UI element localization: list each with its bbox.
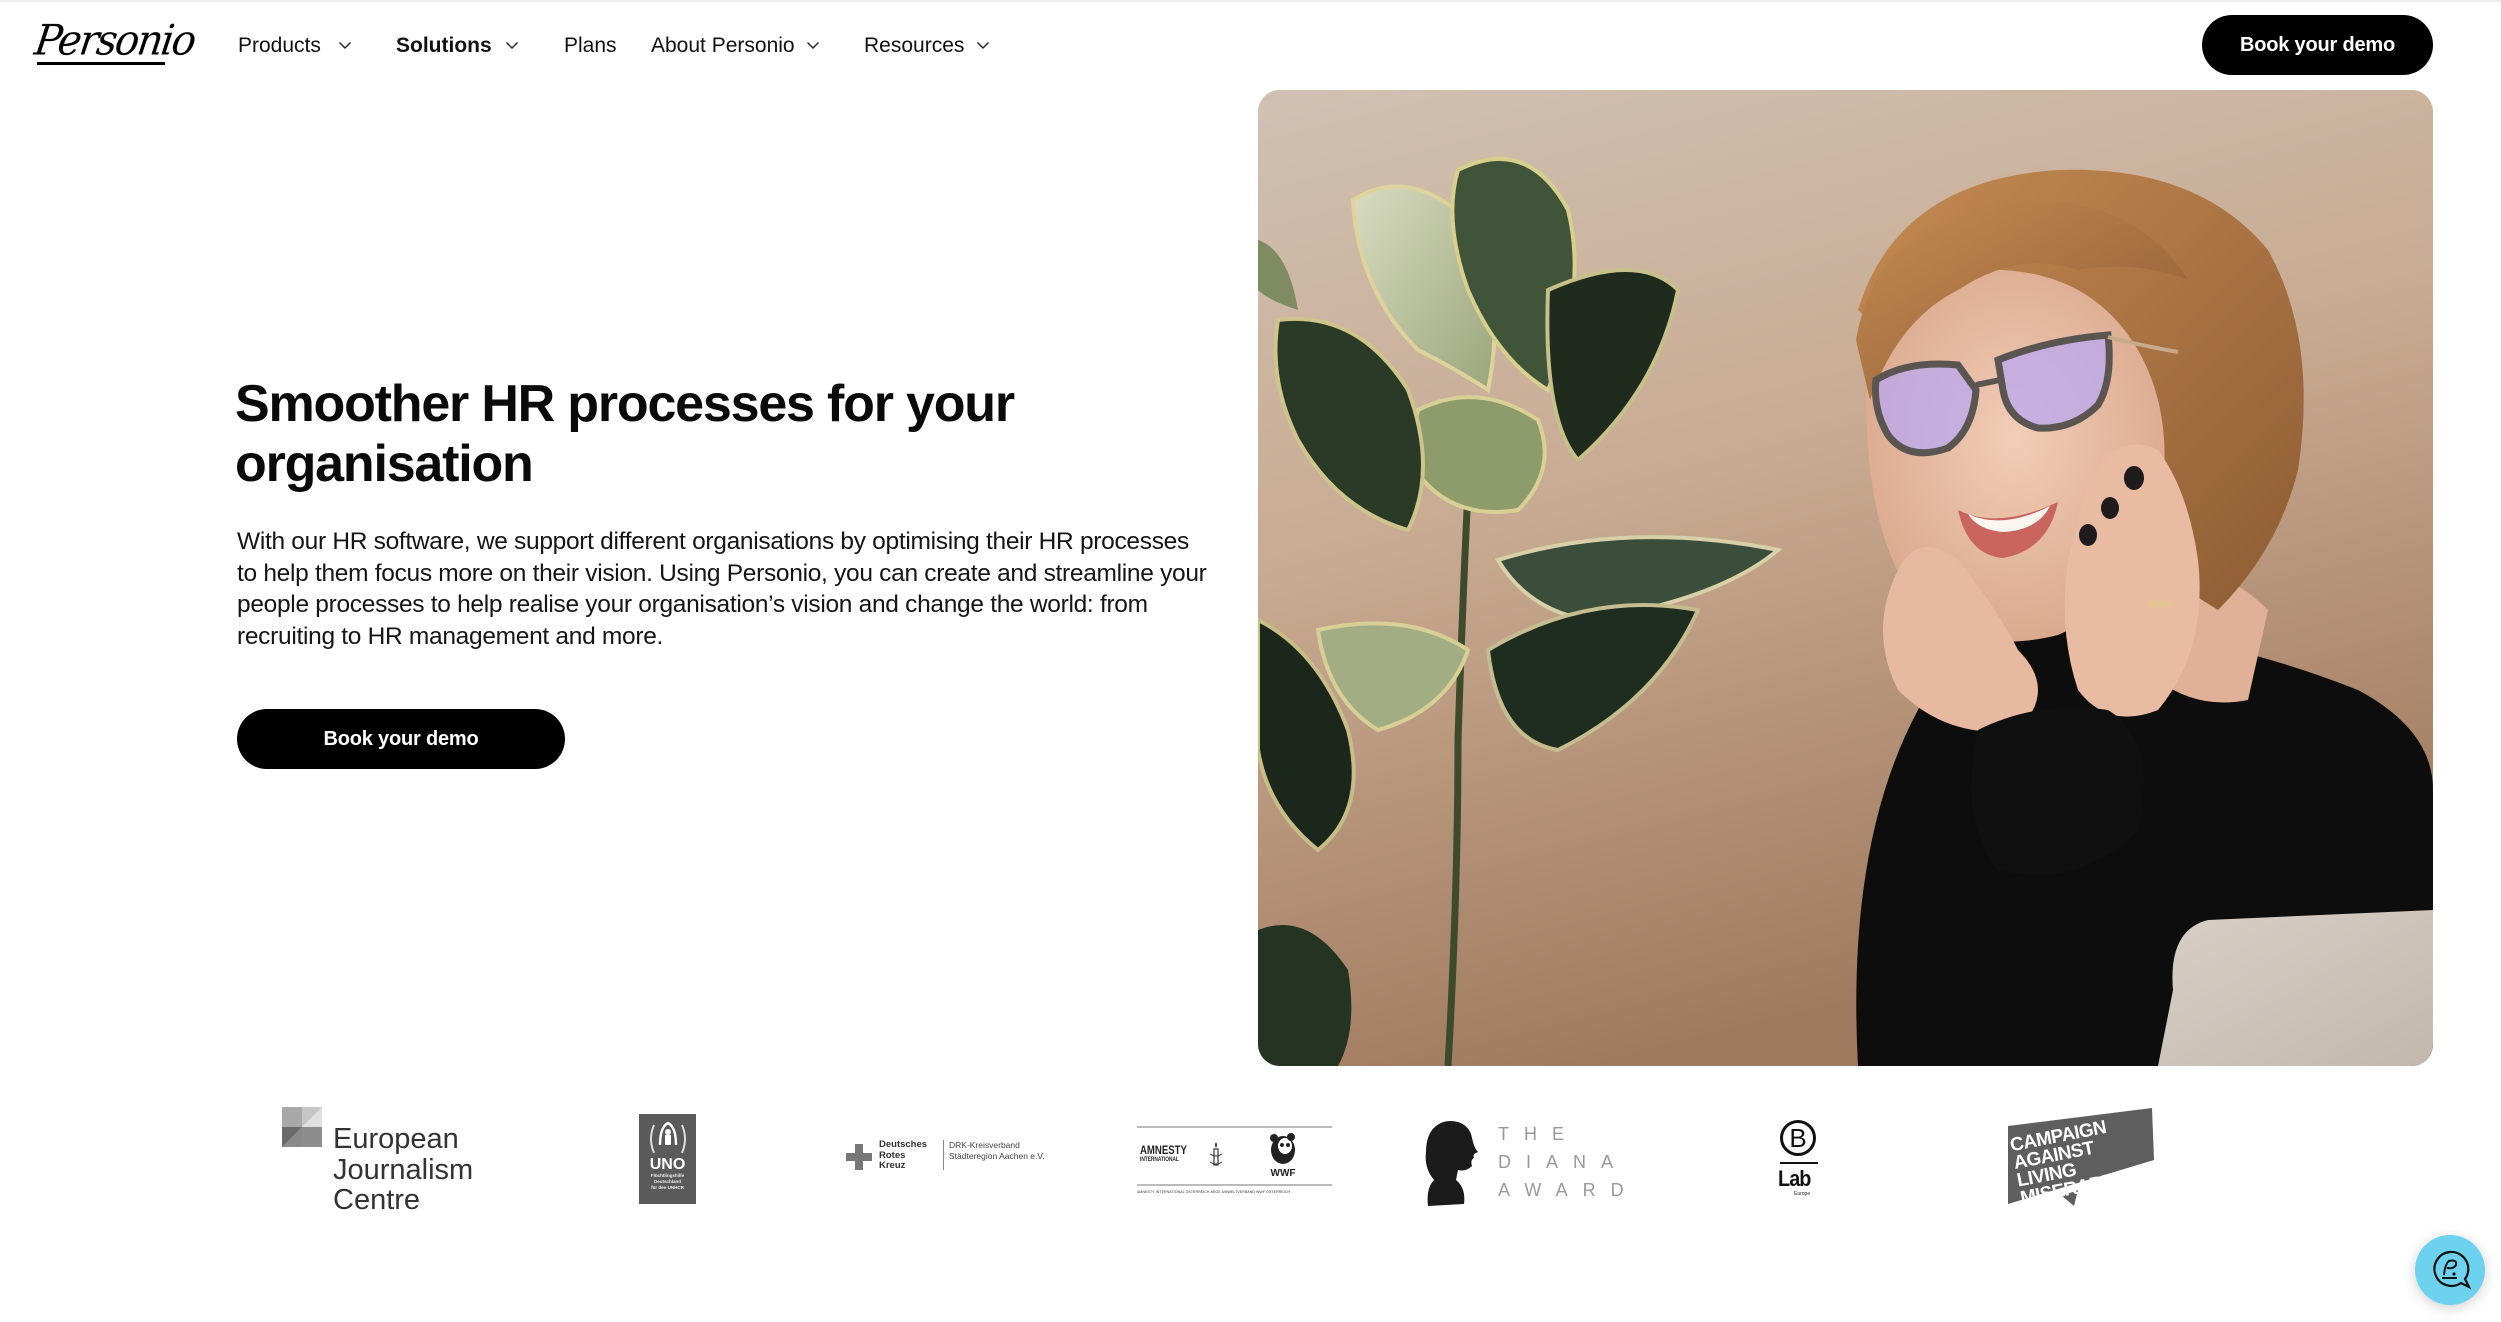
ejc-line: European xyxy=(333,1123,459,1155)
b-lab-word: Lab xyxy=(1778,1166,1811,1191)
b-lab-rule xyxy=(1780,1162,1818,1164)
personio-logo[interactable]: Personio xyxy=(32,17,198,70)
drk-main-line: Deutsches xyxy=(879,1139,928,1150)
nav-solutions[interactable]: Solutions xyxy=(396,28,518,64)
unhcr-emblem-icon xyxy=(649,1121,686,1154)
book-demo-header-button[interactable]: Book your demo xyxy=(2202,15,2433,75)
hero-photo xyxy=(1258,90,2433,1066)
nav-resources-label: Resources xyxy=(864,34,965,57)
b-lab-region: Europe xyxy=(1794,1191,1811,1197)
diana-silhouette-icon xyxy=(1425,1121,1478,1206)
ejc-emblem-icon xyxy=(282,1107,322,1147)
amnesty-title: AMNESTY xyxy=(1140,1143,1187,1157)
logo-amnesty-wwf: AMNESTY INTERNATIONAL WWF AMNESTY INTERN… xyxy=(1137,1126,1332,1196)
top-border xyxy=(0,0,2501,2)
chat-widget-button[interactable] xyxy=(2415,1235,2485,1305)
logo-drk-aachen: Deutsches Rotes Kreuz DRK-Kreisverband S… xyxy=(846,1138,1056,1174)
book-demo-hero-button[interactable]: Book your demo xyxy=(237,709,565,769)
chat-bubble-icon xyxy=(2433,1250,2472,1290)
hero-body: With our HR software, we support differe… xyxy=(237,528,1207,650)
nav-solutions-label: Solutions xyxy=(396,34,492,57)
b-corp-icon: B xyxy=(1780,1120,1816,1156)
ejc-line: Journalism xyxy=(333,1153,474,1186)
wwf-panda-icon: WWF xyxy=(1270,1133,1296,1178)
logo-diana-award: THE DIANA AWARD xyxy=(1422,1118,1624,1206)
amnesty-sub: INTERNATIONAL xyxy=(1140,1157,1179,1163)
calm-wordmark-icon: CAMPAIGN AGAINST LIVING MISERABLY xyxy=(2008,1108,2154,1208)
nav-resources[interactable]: Resources xyxy=(864,28,989,64)
logo-b-lab-europe: B Lab Europe xyxy=(1776,1118,1822,1200)
nav-about-personio[interactable]: About Personio xyxy=(651,28,819,64)
amnesty-rule xyxy=(1137,1184,1332,1186)
drk-sub-line: DRK-Kreisverband xyxy=(949,1140,1020,1150)
wwf-wordmark: WWF xyxy=(1271,1168,1296,1178)
amnesty-footer: AMNESTY INTERNATIONAL ÖSTERREICH ARGE UM… xyxy=(1137,1190,1291,1194)
amnesty-candle-icon xyxy=(1209,1142,1223,1166)
uno-title: UNO xyxy=(649,1156,686,1173)
chevron-down-icon xyxy=(505,38,519,52)
chevron-down-icon xyxy=(976,38,990,52)
diana-line: AWARD xyxy=(1498,1180,1639,1200)
brand-wordmark: Personio xyxy=(31,16,198,66)
logo-calm: CAMPAIGN AGAINST LIVING MISERABLY xyxy=(2002,1108,2162,1208)
logo-european-journalism-centre: European Journalism Centre xyxy=(282,1107,492,1217)
nav-about-label: About Personio xyxy=(651,34,795,57)
nav-plans[interactable]: Plans xyxy=(564,28,617,64)
drk-sub-line: Städteregion Aachen e.V. xyxy=(949,1150,1045,1161)
chevron-down-icon xyxy=(806,38,820,52)
uno-sub: für den UNHCR xyxy=(651,1185,684,1190)
hero-photo-illustration xyxy=(1258,90,2433,1066)
nav-products-label: Products xyxy=(238,34,321,57)
chevron-down-icon xyxy=(338,38,352,52)
drk-main-line: Kreuz xyxy=(879,1160,906,1171)
brand-underline xyxy=(37,62,165,65)
nav-plans-label: Plans xyxy=(564,34,617,57)
drk-divider xyxy=(943,1140,944,1170)
amnesty-rule xyxy=(1137,1126,1332,1128)
logo-uno-fluechtlingshilfe: UNO Flüchtlingshilfe Deutschland für den… xyxy=(639,1114,696,1204)
hero-headline: Smoother HR processes for your organisat… xyxy=(235,375,1015,493)
diana-line: DIANA xyxy=(1498,1152,1629,1172)
diana-line: THE xyxy=(1498,1124,1579,1144)
nav-products[interactable]: Products xyxy=(238,28,351,64)
red-cross-icon xyxy=(846,1144,872,1170)
ejc-line: Centre xyxy=(333,1184,421,1216)
